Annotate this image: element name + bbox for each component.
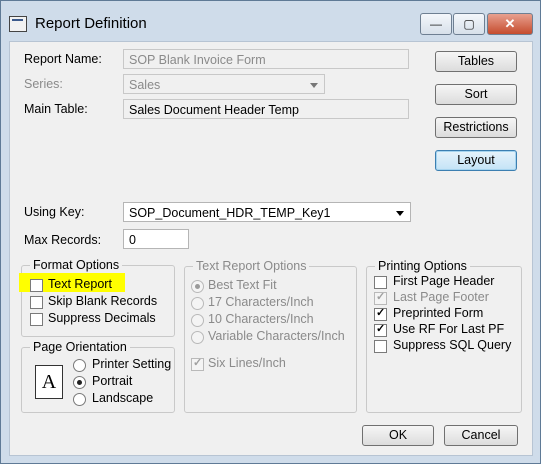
suppress-sql-query-label: Suppress SQL Query [393, 338, 512, 352]
max-records-input[interactable]: 0 [123, 229, 189, 249]
text-report-label: Text Report [48, 277, 112, 291]
close-button[interactable]: ✕ [487, 13, 533, 35]
layout-button[interactable]: Layout [435, 150, 517, 171]
10-chars-label: 10 Characters/Inch [208, 312, 314, 326]
radio-selected-dot [77, 380, 82, 385]
format-options-legend: Format Options [30, 258, 123, 272]
dialog-body: Report Name: SOP Blank Invoice Form Seri… [9, 41, 533, 456]
suppress-decimals-checkbox[interactable] [30, 313, 43, 326]
main-table-label: Main Table: [24, 102, 88, 116]
using-key-label: Using Key: [24, 205, 85, 219]
checkmark-icon: ✓ [376, 307, 386, 319]
checkmark-icon: ✓ [376, 291, 386, 303]
suppress-decimals-label: Suppress Decimals [48, 311, 156, 325]
10-chars-radio[interactable] [191, 314, 204, 327]
checkmark-icon: ✓ [193, 357, 203, 369]
printing-options-legend: Printing Options [375, 259, 470, 273]
app-icon [9, 16, 27, 32]
checkmark-icon: ✓ [376, 323, 386, 335]
using-key-value: SOP_Document_HDR_TEMP_Key1 [129, 206, 331, 220]
last-page-footer-label: Last Page Footer [393, 290, 489, 304]
use-rf-for-last-pf-label: Use RF For Last PF [393, 322, 505, 336]
17-chars-radio[interactable] [191, 297, 204, 310]
using-key-dropdown[interactable]: SOP_Document_HDR_TEMP_Key1 [123, 202, 411, 222]
first-page-header-checkbox[interactable] [374, 276, 387, 289]
main-table-field: Sales Document Header Temp [123, 99, 409, 119]
minimize-button[interactable]: — [420, 13, 452, 35]
series-dropdown: Sales [123, 74, 325, 94]
use-rf-for-last-pf-checkbox[interactable]: ✓ [374, 323, 387, 337]
maximize-button[interactable]: ▢ [453, 13, 485, 35]
preprinted-form-checkbox[interactable]: ✓ [374, 307, 387, 321]
radio-selected-dot [195, 284, 200, 289]
last-page-footer-checkbox[interactable]: ✓ [374, 291, 387, 305]
restrictions-button[interactable]: Restrictions [435, 117, 517, 138]
report-definition-window: Report Definition — ▢ ✕ Report Name: SOP… [0, 0, 541, 464]
cancel-button[interactable]: Cancel [444, 425, 518, 446]
page-orientation-legend: Page Orientation [30, 340, 130, 354]
landscape-radio[interactable] [73, 393, 86, 406]
six-lines-label: Six Lines/Inch [208, 356, 286, 370]
dropdown-arrow-icon [396, 211, 404, 216]
preprinted-form-label: Preprinted Form [393, 306, 484, 320]
first-page-header-label: First Page Header [393, 274, 495, 288]
best-text-fit-radio[interactable] [191, 280, 204, 293]
sort-button[interactable]: Sort [435, 84, 517, 105]
text-report-options-legend: Text Report Options [193, 259, 310, 273]
best-text-fit-label: Best Text Fit [208, 278, 277, 292]
report-name-field: SOP Blank Invoice Form [123, 49, 409, 69]
skip-blank-records-checkbox[interactable] [30, 296, 43, 309]
minimize-icon: — [430, 17, 442, 31]
report-name-label: Report Name: [24, 52, 102, 66]
variable-chars-radio[interactable] [191, 331, 204, 344]
window-title: Report Definition [35, 15, 147, 32]
series-label: Series: [24, 77, 63, 91]
17-chars-label: 17 Characters/Inch [208, 295, 314, 309]
portrait-label: Portrait [92, 374, 133, 388]
max-records-label: Max Records: [24, 233, 102, 247]
skip-blank-records-label: Skip Blank Records [48, 294, 158, 308]
title-bar[interactable]: Report Definition — ▢ ✕ [1, 1, 540, 41]
printer-setting-label: Printer Setting [92, 357, 172, 371]
landscape-label: Landscape [92, 391, 154, 405]
tables-button[interactable]: Tables [435, 51, 517, 72]
printer-setting-radio[interactable] [73, 359, 86, 372]
text-report-checkbox[interactable] [30, 279, 43, 292]
series-value: Sales [129, 78, 161, 92]
dropdown-arrow-icon [310, 83, 318, 88]
close-icon: ✕ [504, 16, 516, 31]
portrait-radio[interactable] [73, 376, 86, 389]
six-lines-checkbox[interactable]: ✓ [191, 357, 204, 371]
page-letter-a-icon: A [35, 365, 63, 399]
suppress-sql-query-checkbox[interactable] [374, 340, 387, 353]
maximize-icon: ▢ [463, 17, 475, 31]
ok-button[interactable]: OK [362, 425, 434, 446]
variable-chars-label: Variable Characters/Inch [208, 329, 345, 343]
